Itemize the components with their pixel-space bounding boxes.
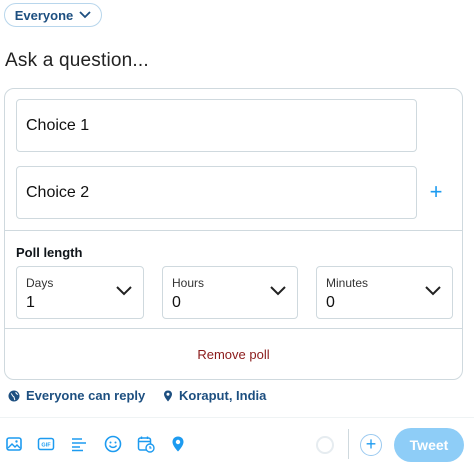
- divider: [348, 429, 349, 459]
- tweet-button[interactable]: Tweet: [394, 428, 464, 462]
- reply-settings-button[interactable]: Everyone can reply: [8, 388, 145, 403]
- audience-label: Everyone: [14, 7, 74, 23]
- location-pin-icon: [164, 390, 172, 401]
- emoji-icon[interactable]: [104, 435, 122, 453]
- location-tag[interactable]: Koraput, India: [162, 388, 266, 403]
- chevron-down-icon: [79, 11, 91, 19]
- remove-poll-button[interactable]: Remove poll: [5, 347, 462, 362]
- days-label: Days: [26, 276, 54, 290]
- location-label: Koraput, India: [179, 388, 267, 403]
- days-value: 1: [26, 294, 35, 311]
- reply-settings-label: Everyone can reply: [26, 388, 146, 403]
- minutes-select[interactable]: Minutes 0: [316, 266, 453, 319]
- divider: [5, 328, 462, 329]
- poll-choice-2-placeholder: Choice 2: [26, 183, 90, 201]
- poll-choice-1-placeholder: Choice 1: [26, 116, 90, 134]
- gif-icon[interactable]: GIF: [37, 435, 55, 453]
- hours-value: 0: [172, 294, 181, 311]
- divider: [0, 417, 474, 418]
- svg-text:GIF: GIF: [41, 443, 51, 449]
- minutes-value: 0: [326, 294, 335, 311]
- chevron-down-icon: [116, 286, 132, 296]
- globe-icon: [8, 390, 20, 401]
- divider: [5, 230, 462, 231]
- schedule-icon[interactable]: [137, 435, 155, 453]
- chevron-down-icon: [425, 286, 441, 296]
- image-icon[interactable]: [5, 435, 23, 453]
- plus-icon[interactable]: +: [426, 181, 446, 203]
- location-icon[interactable]: [169, 435, 187, 453]
- days-select[interactable]: Days 1: [16, 266, 144, 319]
- poll-panel: Choice 1 Choice 2 + Poll length Days 1 H…: [4, 88, 463, 380]
- poll-length-label: Poll length: [16, 245, 83, 260]
- hours-label: Hours: [172, 276, 205, 290]
- poll-choice-2-input[interactable]: Choice 2: [16, 166, 417, 219]
- character-count-ring: [316, 436, 334, 454]
- compose-placeholder[interactable]: Ask a question...: [5, 50, 149, 72]
- minutes-label: Minutes: [326, 276, 369, 290]
- chevron-down-icon: [270, 286, 286, 296]
- poll-icon[interactable]: [70, 435, 88, 453]
- poll-choice-1-input[interactable]: Choice 1: [16, 99, 417, 152]
- hours-select[interactable]: Hours 0: [162, 266, 298, 319]
- add-tweet-plus-icon[interactable]: +: [360, 434, 382, 456]
- audience-selector[interactable]: Everyone: [4, 3, 102, 27]
